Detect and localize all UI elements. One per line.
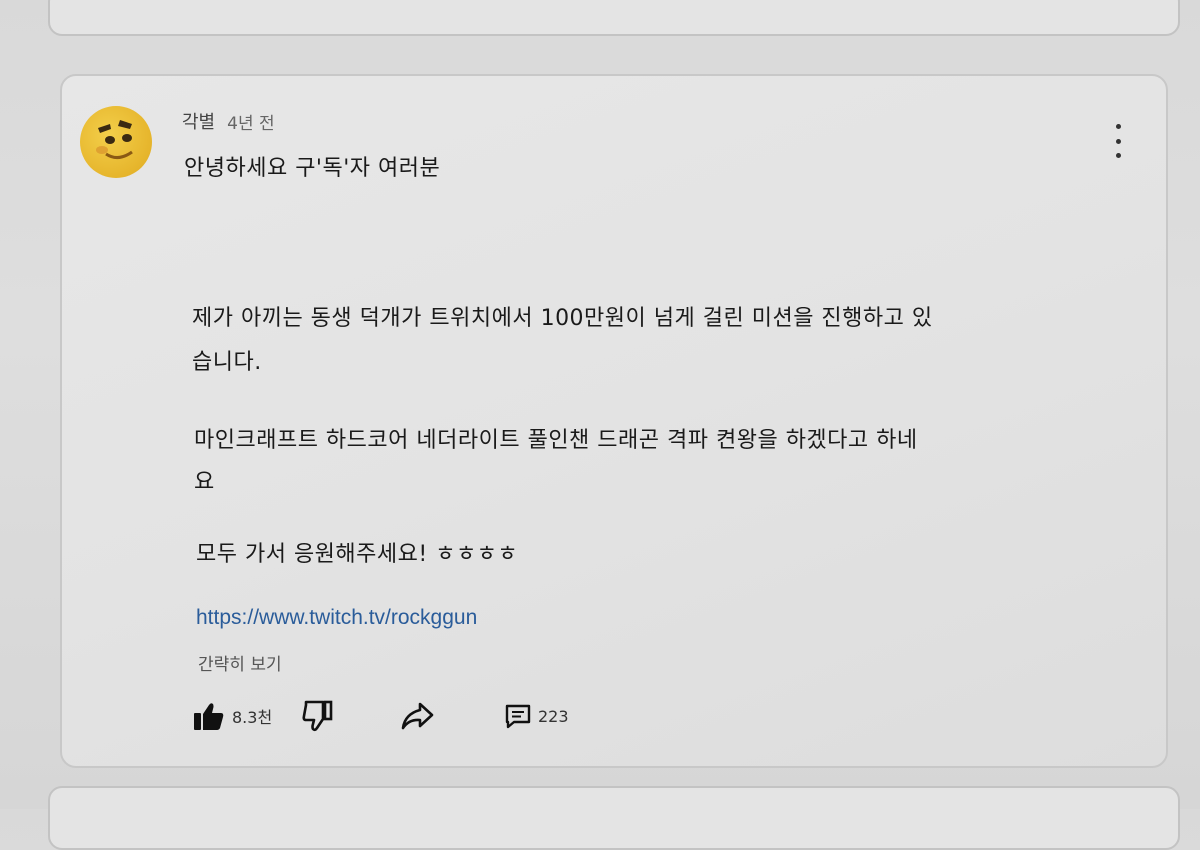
thumbs-down-icon	[302, 700, 333, 732]
author-name[interactable]: 각별	[182, 108, 215, 134]
share-arrow-icon	[401, 702, 434, 730]
like-count: 8.3천	[232, 708, 273, 727]
comment-bubble-icon	[505, 704, 531, 729]
comment-line-cheer: 모두 가서 응원해주세요! ㅎㅎㅎㅎ	[196, 542, 519, 567]
comment-line-greeting: 안녕하세요 구'독'자 여러분	[184, 156, 441, 181]
comment-line-minecraft-cont: 요	[194, 470, 215, 495]
reply-button[interactable]: 223	[504, 696, 569, 736]
reply-count: 223	[538, 706, 569, 726]
comment-line-mission-cont: 습니다.	[192, 350, 262, 375]
comment-card: 각별 4년 전 안녕하세요 구'독'자 여러분 제가 아끼는 동생 덕개가 트위…	[60, 74, 1168, 768]
comment-actions: 8.3천 223	[192, 696, 692, 736]
more-options-button[interactable]	[1106, 124, 1130, 158]
thumbs-up-icon	[194, 703, 224, 730]
share-button[interactable]	[400, 696, 434, 736]
avatar-face-icon	[96, 120, 133, 159]
next-post-card	[48, 786, 1180, 850]
like-button[interactable]: 8.3천	[192, 696, 272, 736]
post-time[interactable]: 4년 전	[227, 109, 275, 134]
comment-line-mission: 제가 아끼는 동생 덕개가 트위치에서 100만원이 넘게 걸린 미션을 진행하…	[192, 306, 933, 331]
show-less-button[interactable]: 간략히 보기	[198, 650, 282, 675]
previous-post-card	[48, 0, 1180, 36]
comment-line-minecraft: 마인크래프트 하드코어 네더라이트 풀인챈 드래곤 격파 켠왕을 하겠다고 하네	[194, 428, 918, 453]
dislike-button[interactable]	[302, 696, 334, 736]
twitch-link[interactable]: https://www.twitch.tv/rockggun	[196, 606, 477, 630]
comment-header: 각별 4년 전	[182, 108, 275, 134]
vertical-dots-icon	[1115, 124, 1121, 129]
avatar[interactable]	[80, 106, 152, 178]
